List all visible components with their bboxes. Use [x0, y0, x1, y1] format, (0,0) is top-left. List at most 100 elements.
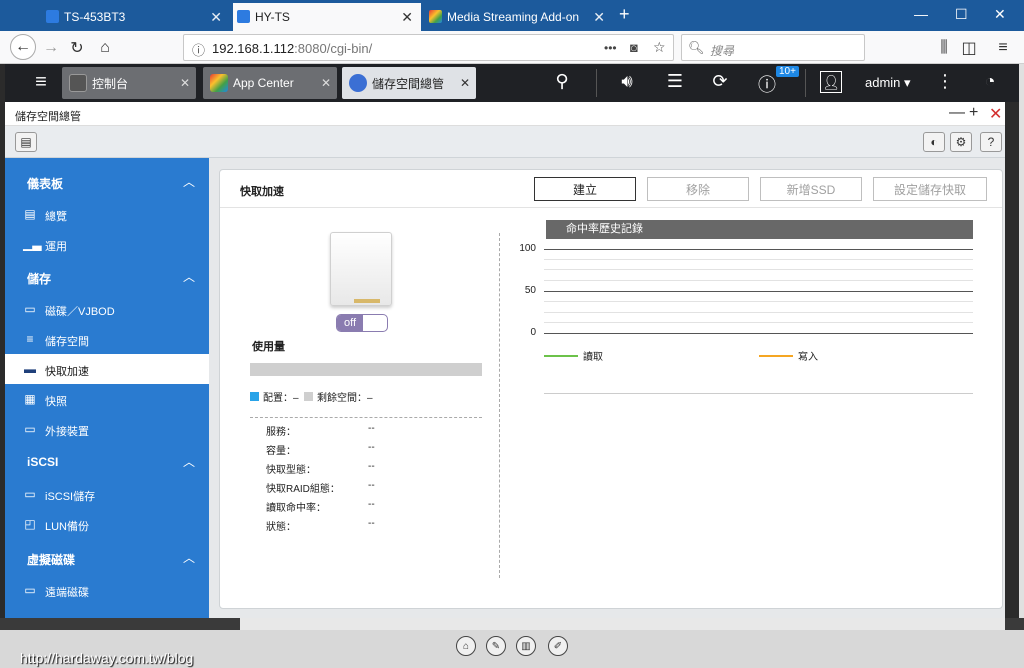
panel-title: 快取加速 — [240, 186, 284, 198]
minimize-window-icon[interactable]: — — [914, 6, 928, 22]
prop-value-raid: -- — [368, 480, 375, 491]
series-legend-write-label: 寫入 — [798, 352, 818, 363]
sidebar-item-utilization[interactable]: ▁▃ 運用 — [5, 229, 209, 259]
hamburger-menu-icon[interactable]: ≡ — [992, 37, 1014, 59]
create-button[interactable]: 建立 — [534, 177, 636, 201]
snapshot-icon[interactable]: ◐ — [923, 132, 945, 152]
header-divider — [596, 69, 597, 97]
configure-cache-button[interactable]: 設定儲存快取 — [873, 177, 987, 201]
divider-dashed-vertical — [499, 233, 500, 578]
sidebar-section-label: 虛擬磁碟 — [27, 553, 76, 567]
browser-nav-bar: ← → ↻ ⌂ ⓘ 192.168.1.112:8080/cgi-bin/ ••… — [0, 31, 1024, 64]
help-icon[interactable]: ? — [980, 132, 1002, 152]
pocket-icon[interactable]: ◙ — [630, 40, 638, 55]
close-app-tab-icon[interactable]: ✕ — [180, 76, 190, 90]
add-ssd-button[interactable]: 新增SSD — [760, 177, 862, 201]
search-field[interactable]: 🔍︎ 搜尋 — [681, 34, 865, 61]
series-legend-write: 寫入 — [759, 348, 818, 363]
volume-icon[interactable]: 🔊︎ — [615, 71, 639, 92]
url-path: :8080/cgi-bin/ — [294, 41, 373, 56]
close-tab-icon[interactable]: ✕ — [401, 9, 413, 26]
external-drive-icon: ▭ — [24, 422, 36, 436]
sidebar-item-label: 遠端磁碟 — [45, 587, 89, 599]
app-center-icon — [210, 74, 228, 92]
sidebar-item-snapshot[interactable]: ▦ 快照 — [5, 384, 209, 414]
sidebar-item-storage-space[interactable]: ≡ 儲存空間 — [5, 324, 209, 354]
search-icon[interactable]: ⚲ — [550, 71, 574, 92]
gridline-minor — [544, 269, 973, 270]
sidebar: 儀表板 ︿ ▤ 總覽 ▁▃ 運用 儲存 ︿ ▭ 磁碟／VJBOD ≡ 儲存空間 … — [5, 158, 209, 618]
app-tab-storage-manager[interactable]: 儲存空間總管 ✕ — [342, 67, 476, 99]
usage-label: 使用量 — [252, 341, 285, 353]
gridline-minor — [544, 312, 973, 313]
cache-toggle[interactable]: off — [336, 314, 388, 332]
app-tab-app-center[interactable]: App Center ✕ — [203, 67, 337, 99]
sidebar-item-external-device[interactable]: ▭ 外接裝置 — [5, 414, 209, 444]
url-bar[interactable]: ⓘ 192.168.1.112:8080/cgi-bin/ ••• ◙ ☆ — [183, 34, 674, 61]
sidebar-item-cache-acceleration[interactable]: ▬ 快取加速 — [5, 354, 209, 384]
more-options-icon[interactable]: ⋮ — [933, 71, 957, 92]
background-tasks-icon[interactable]: ☰ — [663, 71, 687, 92]
bookmark-star-icon[interactable]: ☆ — [653, 39, 666, 56]
sidebar-item-iscsi-storage[interactable]: ▭ iSCSI儲存 — [5, 479, 209, 509]
external-device-icon[interactable]: ⟳ — [708, 71, 732, 92]
close-window-icon[interactable]: ✕ — [994, 6, 1006, 23]
sidebar-item-overview[interactable]: ▤ 總覽 — [5, 199, 209, 229]
reload-icon[interactable]: ↻ — [66, 37, 88, 59]
search-placeholder: 搜尋 — [710, 44, 735, 58]
gridline-100 — [544, 249, 973, 250]
close-tab-icon[interactable]: ✕ — [593, 9, 605, 26]
sidebar-section-dashboard[interactable]: 儀表板 ︿ — [5, 164, 209, 198]
background-window-edge — [1019, 64, 1024, 618]
legend-allocated: 配置：– — [250, 389, 299, 404]
browser-tab-media-streaming[interactable]: Media Streaming Add-on ✕ — [425, 3, 613, 31]
chart-bottom-border — [544, 393, 973, 394]
close-app-tab-icon[interactable]: ✕ — [460, 76, 470, 90]
site-info-icon[interactable]: ⓘ — [192, 40, 205, 59]
sidebar-section-virtual-disk[interactable]: 虛擬磁碟 ︿ — [5, 540, 209, 574]
user-menu[interactable]: admin ▾ — [865, 75, 911, 91]
toggle-sidebar-icon[interactable]: ▤ — [15, 132, 37, 152]
settings-gear-icon[interactable]: ⚙ — [950, 132, 972, 152]
app-favicon-icon — [429, 10, 442, 23]
app-tab-control-panel[interactable]: 控制台 ✕ — [62, 67, 196, 99]
sidebar-toggle-icon[interactable]: ◫ — [958, 37, 980, 59]
page-actions-icon[interactable]: ••• — [604, 41, 617, 55]
minimize-icon[interactable]: — — [949, 104, 965, 122]
library-icon[interactable]: ⫼ — [933, 37, 955, 59]
dock-edit-icon[interactable]: ✐ — [548, 636, 568, 656]
browser-tab-ts453bt3[interactable]: TS-453BT3 ✕ — [42, 3, 230, 31]
close-tab-icon[interactable]: ✕ — [210, 9, 222, 26]
panel-header: 快取加速 建立 移除 新增SSD 設定儲存快取 — [220, 170, 1002, 208]
prop-value-service: -- — [368, 423, 375, 434]
sidebar-section-iscsi[interactable]: iSCSI ︿ — [5, 444, 209, 478]
back-arrow-icon[interactable]: ← — [10, 34, 36, 60]
dock-tools-icon[interactable]: ✎ — [486, 636, 506, 656]
sidebar-item-label: 總覽 — [45, 211, 67, 223]
forward-arrow-icon[interactable]: → — [40, 37, 62, 59]
dock-home-icon[interactable]: ⌂ — [456, 636, 476, 656]
gridline-0 — [544, 333, 973, 334]
prop-value-capacity: -- — [368, 442, 375, 453]
dashboard-gauge-icon[interactable]: ◔ — [978, 71, 1002, 92]
sidebar-section-storage[interactable]: 儲存 ︿ — [5, 259, 209, 293]
remove-button[interactable]: 移除 — [647, 177, 749, 201]
free-swatch — [304, 392, 313, 401]
ssd-connector — [354, 299, 380, 303]
sidebar-item-remote-disk[interactable]: ▭ 遠端磁碟 — [5, 575, 209, 605]
prop-value-cache-type: -- — [368, 461, 375, 472]
maximize-window-icon[interactable]: ☐ — [955, 6, 968, 23]
main-menu-icon[interactable]: ≡ — [29, 71, 53, 94]
prop-value-status: -- — [368, 518, 375, 529]
close-app-tab-icon[interactable]: ✕ — [321, 76, 331, 90]
home-icon[interactable]: ⌂ — [94, 37, 116, 59]
dock-book-icon[interactable]: ▥ — [516, 636, 536, 656]
sidebar-item-disks[interactable]: ▭ 磁碟／VJBOD — [5, 294, 209, 324]
user-avatar-icon[interactable]: 👤︎ — [820, 71, 842, 93]
y-tick-0: 0 — [530, 327, 536, 338]
sidebar-item-lun-backup[interactable]: ◰ LUN備份 — [5, 509, 209, 539]
maximize-icon[interactable]: + — [969, 104, 978, 122]
new-tab-button[interactable]: + — [619, 4, 630, 25]
browser-tab-hy-ts[interactable]: HY-TS ✕ — [233, 3, 421, 31]
close-icon[interactable]: ✕ — [989, 104, 1002, 124]
